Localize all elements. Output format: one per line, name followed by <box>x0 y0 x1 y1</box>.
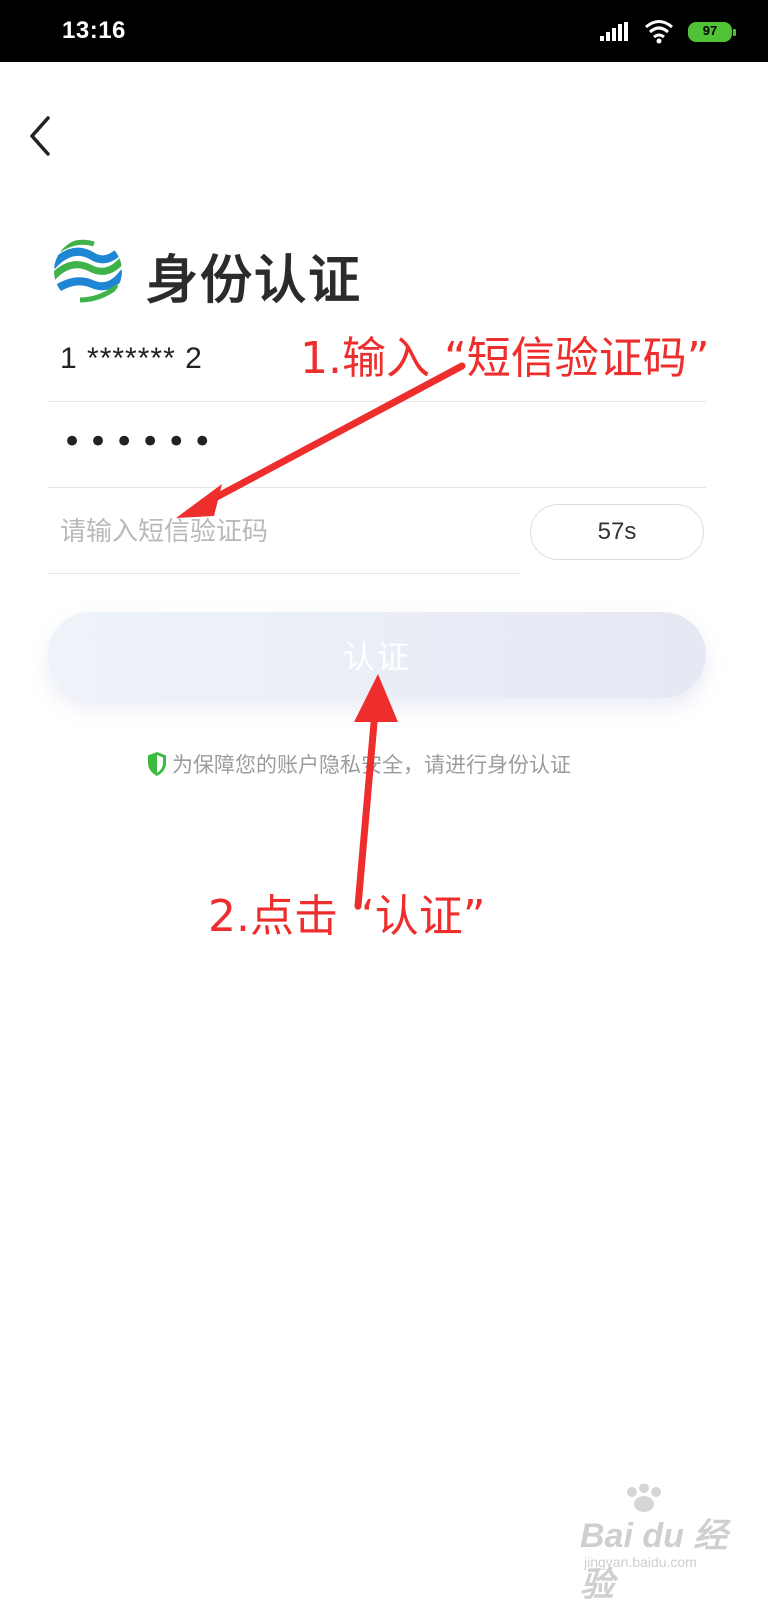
baidu-watermark: Bai du 经验 jingyan.baidu.com <box>574 1484 754 1604</box>
status-time: 13:16 <box>62 17 126 44</box>
password-field: •••••• <box>48 402 706 488</box>
resend-countdown-button[interactable]: 57s <box>530 504 704 560</box>
china-mobile-logo <box>54 238 122 304</box>
shield-icon <box>148 752 166 776</box>
status-bar: 13:16 97 <box>0 0 768 62</box>
auth-button[interactable]: 认证 <box>48 612 706 698</box>
battery-level: 97 <box>702 23 718 38</box>
back-icon[interactable] <box>24 112 56 160</box>
sms-code-field <box>48 488 520 574</box>
battery-icon: 97 <box>688 22 736 42</box>
sms-code-input[interactable] <box>58 506 502 558</box>
watermark-sub: jingyan.baidu.com <box>584 1554 697 1570</box>
notice-text: 为保障您的账户隐私安全，请进行身份认证 <box>172 753 571 777</box>
privacy-notice: 为保障您的账户隐私安全，请进行身份认证 <box>146 748 571 780</box>
signal-icon <box>600 22 628 41</box>
annotation-1: 1.输入 “短信验证码” <box>300 333 710 384</box>
annotation-arrow-2 <box>354 696 380 910</box>
phone-value: 1 ******* 2 <box>60 342 203 375</box>
wifi-icon <box>645 20 673 44</box>
divider <box>48 573 520 574</box>
page-title: 身份认证 <box>146 251 363 311</box>
annotation-2: 2.点击 “认证” <box>208 891 486 942</box>
password-value: •••••• <box>62 422 219 462</box>
